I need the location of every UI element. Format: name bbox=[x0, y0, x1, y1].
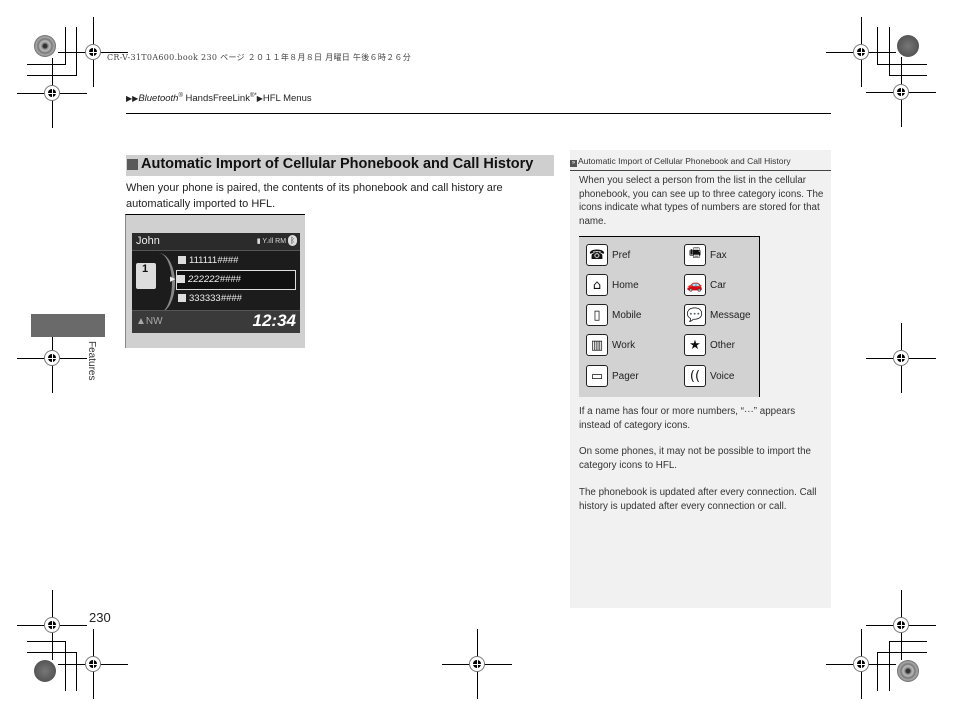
contact-name: John bbox=[136, 235, 160, 247]
sidebar-intro: When you select a person from the list i… bbox=[579, 175, 824, 227]
section-title: Automatic Import of Cellular Phonebook a… bbox=[141, 156, 534, 172]
crop-mark bbox=[27, 64, 65, 65]
home-icon: ⌂ bbox=[586, 274, 608, 296]
car-icon: 🚗 bbox=[684, 274, 706, 296]
icon-entry-message: 💬 Message bbox=[684, 302, 751, 328]
icon-entry-work: ▥ Work bbox=[586, 332, 635, 358]
breadcrumb-hfl-menus[interactable]: HFL Menus bbox=[263, 93, 312, 104]
crop-mark bbox=[877, 652, 927, 653]
phonebook-icon: 1 bbox=[136, 263, 156, 289]
breadcrumb-arrow-icon: ▶▶ bbox=[126, 94, 139, 104]
color-registration-disc bbox=[34, 660, 56, 682]
sidebar-note-ellipsis: If a name has four or more numbers, “···… bbox=[579, 406, 796, 431]
voice-icon: (( bbox=[684, 365, 706, 387]
chapter-tab[interactable] bbox=[31, 314, 105, 337]
breadcrumb-handsfreelink[interactable]: HandsFreeLink bbox=[183, 93, 250, 104]
section-square-icon bbox=[127, 159, 138, 170]
category-icon-table: ☎ Pref 🖷 Fax ⌂ Home 🚗 Car ▯ Mobile 💬 Message ▥… bbox=[579, 236, 760, 397]
color-registration-disc bbox=[897, 35, 919, 57]
phone-entry: 111111#### bbox=[178, 252, 296, 270]
chapter-tab-label: Features bbox=[86, 341, 97, 381]
print-job-header: CR-V-31T0A600.book 230 ページ ２０１１年８月８日 月曜日… bbox=[107, 53, 412, 62]
icon-entry-pager: ▭ Pager bbox=[586, 363, 639, 389]
icon-entry-other: ★ Other bbox=[684, 332, 735, 358]
icon-entry-fax: 🖷 Fax bbox=[684, 242, 727, 268]
work-icon: ▥ bbox=[586, 334, 608, 356]
reference-icon: » bbox=[570, 160, 577, 167]
crop-mark bbox=[877, 652, 878, 691]
crop-mark bbox=[877, 27, 878, 65]
compass-direction: ▲NW bbox=[136, 316, 163, 327]
bluetooth-icon: ᛒ bbox=[288, 235, 297, 246]
crop-mark bbox=[65, 27, 66, 65]
crop-mark bbox=[65, 641, 66, 691]
section-body: When your phone is paired, the contents … bbox=[126, 182, 503, 210]
clock: 12:34 bbox=[252, 311, 296, 330]
selection-pointer-icon: ▶ bbox=[170, 275, 176, 283]
sidebar-heading-rule bbox=[570, 170, 831, 171]
breadcrumb: ▶▶Bluetooth® HandsFreeLink®*▶HFL Menus bbox=[126, 93, 312, 105]
crop-mark bbox=[889, 641, 890, 691]
other-icon: ★ bbox=[684, 334, 706, 356]
icon-entry-car: 🚗 Car bbox=[684, 272, 726, 298]
crop-mark bbox=[889, 641, 927, 642]
crop-mark bbox=[877, 64, 927, 65]
hfl-screen-illustration: John ▮ Y.ıll RM ᛒ 1 111111#### ▶ 222222#… bbox=[132, 233, 300, 333]
icon-entry-pref: ☎ Pref bbox=[586, 242, 630, 268]
breadcrumb-bluetooth[interactable]: Bluetooth bbox=[138, 93, 178, 104]
icon-entry-voice: ((Voice bbox=[684, 363, 734, 389]
icon-entry-home: ⌂ Home bbox=[586, 272, 639, 298]
pref-phone-icon bbox=[178, 256, 186, 264]
section-heading: Automatic Import of Cellular Phonebook a… bbox=[126, 155, 554, 176]
screen-titlebar: John ▮ Y.ıll RM ᛒ bbox=[132, 233, 300, 251]
crop-mark bbox=[76, 652, 77, 691]
pager-icon: ▭ bbox=[586, 365, 608, 387]
mobile-icon: ▯ bbox=[586, 304, 608, 326]
page-number: 230 bbox=[89, 610, 111, 625]
header-rule bbox=[126, 113, 831, 114]
color-registration-disc bbox=[34, 35, 56, 57]
icon-entry-mobile: ▯ Mobile bbox=[586, 302, 641, 328]
pref-icon: ☎ bbox=[586, 244, 608, 266]
color-registration-disc bbox=[897, 660, 919, 682]
sidebar-note-update: The phonebook is updated after every con… bbox=[579, 487, 817, 512]
other-star-icon bbox=[178, 294, 186, 302]
signal-battery-icon: ▮ Y.ıll RM bbox=[256, 238, 287, 245]
fax-icon: 🖷 bbox=[684, 244, 706, 266]
status-icons: ▮ Y.ıll RM ᛒ bbox=[257, 235, 297, 246]
screen-bottombar: ▲NW 12:34 bbox=[132, 310, 300, 333]
phone-entry-selected: 222222#### bbox=[176, 270, 296, 290]
crop-mark bbox=[27, 652, 76, 653]
crop-mark bbox=[889, 75, 927, 76]
crop-mark bbox=[27, 641, 65, 642]
sidebar-notes: » Automatic Import of Cellular Phonebook … bbox=[570, 150, 831, 608]
sidebar-note-import: On some phones, it may not be possible t… bbox=[579, 446, 811, 471]
sidebar-heading: » Automatic Import of Cellular Phonebook … bbox=[570, 156, 791, 167]
phone-entry: 333333#### bbox=[178, 290, 296, 308]
message-icon: 💬 bbox=[684, 304, 706, 326]
mobile-icon bbox=[177, 275, 185, 283]
